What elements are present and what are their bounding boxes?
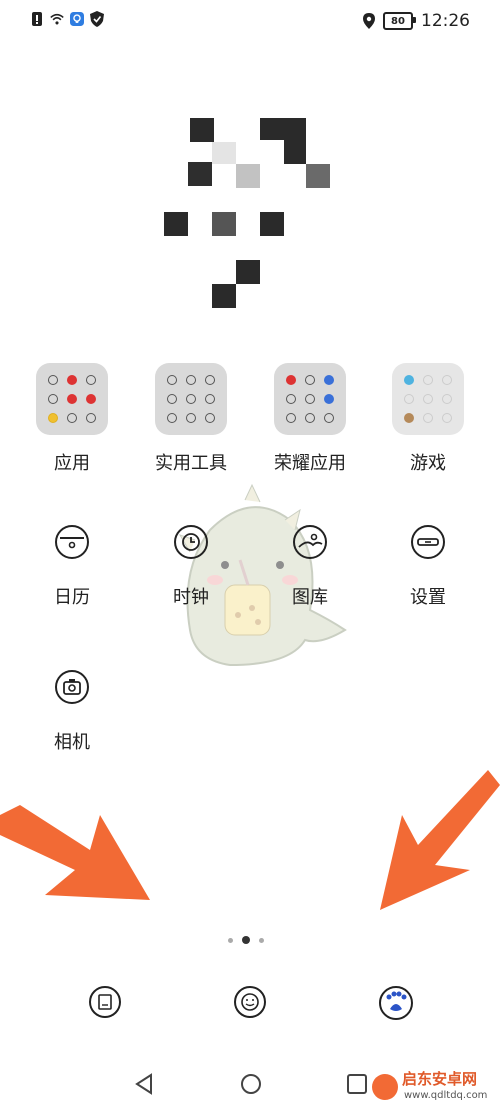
clock-icon xyxy=(174,525,208,559)
watermark-url: www.qdltdq.com xyxy=(404,1090,488,1101)
clock-time: 12:26 xyxy=(421,11,470,31)
watermark-brand: 启东安卓网 xyxy=(402,1070,478,1088)
app-gallery[interactable]: 图库 xyxy=(255,525,365,609)
page-indicator[interactable] xyxy=(228,936,264,944)
app-settings[interactable]: 设置 xyxy=(373,525,483,609)
battery-indicator: 80 xyxy=(383,12,416,30)
settings-icon xyxy=(411,525,445,559)
app-label: 相机 xyxy=(54,732,90,753)
watermark-logo-icon xyxy=(372,1074,398,1100)
smiley-icon xyxy=(234,986,266,1018)
back-button[interactable] xyxy=(133,1072,155,1096)
dock-browser[interactable] xyxy=(233,985,267,1019)
navigation-bar: 启东安卓网 www.qdltdq.com xyxy=(0,1060,500,1110)
app-label: 游戏 xyxy=(410,453,446,474)
app-clock[interactable]: 时钟 xyxy=(136,525,246,609)
folder-games[interactable]: 游戏 xyxy=(373,363,483,475)
folder-icon xyxy=(392,363,464,435)
folder-honor-apps[interactable]: 荣耀应用 xyxy=(255,363,365,475)
gallery-icon xyxy=(293,525,327,559)
app-camera[interactable]: 相机 xyxy=(17,670,127,754)
wifi-icon xyxy=(50,13,64,25)
page-dot[interactable] xyxy=(259,937,264,943)
app-label: 时钟 xyxy=(173,587,209,608)
status-bar: 80 12:26 xyxy=(0,0,500,44)
shield-icon xyxy=(90,11,104,27)
folder-icon xyxy=(155,363,227,435)
home-button[interactable] xyxy=(239,1072,263,1096)
alert-icon xyxy=(32,12,42,26)
camera-icon xyxy=(55,670,89,704)
app-label: 图库 xyxy=(292,587,328,608)
folder-apps[interactable]: 应用 xyxy=(17,363,127,475)
annotation-arrow-right xyxy=(380,770,500,910)
app-notification-icon xyxy=(70,12,84,26)
folder-utilities[interactable]: 实用工具 xyxy=(136,363,246,475)
location-icon xyxy=(363,13,375,29)
page-dot-active[interactable] xyxy=(242,936,250,944)
app-label: 日历 xyxy=(54,587,90,608)
app-label: 荣耀应用 xyxy=(274,453,346,474)
pixelated-widget[interactable] xyxy=(150,100,360,320)
app-label: 设置 xyxy=(410,587,446,608)
calendar-icon xyxy=(55,525,89,559)
annotation-arrow-left xyxy=(0,805,150,900)
page-dot[interactable] xyxy=(228,937,233,943)
app-calendar[interactable]: 日历 xyxy=(17,525,127,609)
app-label: 应用 xyxy=(54,453,90,474)
folder-icon xyxy=(274,363,346,435)
app-label: 实用工具 xyxy=(155,453,227,474)
dock-phone-manager[interactable] xyxy=(88,985,122,1019)
phone-manager-icon xyxy=(89,986,121,1018)
folder-icon xyxy=(36,363,108,435)
baidu-paw-icon xyxy=(379,986,413,1020)
dock-baidu[interactable] xyxy=(378,985,413,1020)
recents-button[interactable] xyxy=(346,1072,368,1096)
